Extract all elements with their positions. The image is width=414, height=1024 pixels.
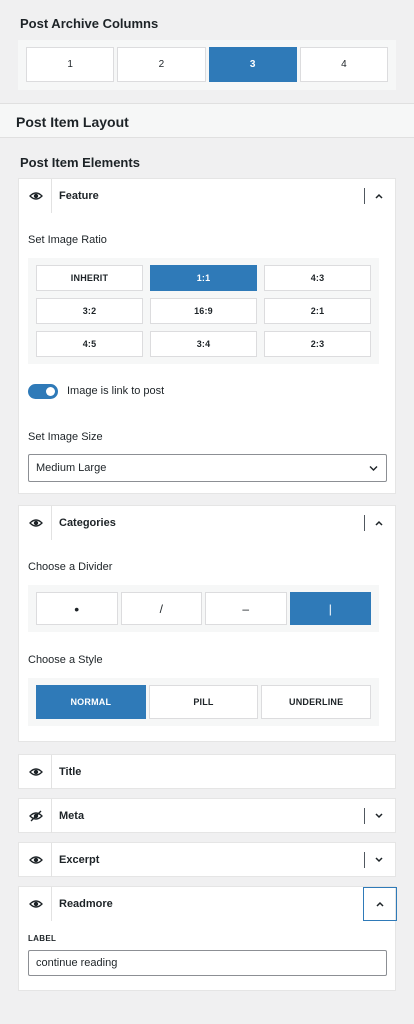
post-item-layout-bar[interactable]: Post Item Layout bbox=[0, 103, 414, 138]
header-divider bbox=[51, 887, 52, 921]
eye-icon[interactable] bbox=[29, 766, 43, 778]
excerpt-panel-header[interactable]: Excerpt bbox=[19, 843, 395, 877]
ratio-option-3-4[interactable]: 3:4 bbox=[150, 331, 257, 357]
image-size-select[interactable]: Medium Large bbox=[28, 454, 387, 482]
style-selector: NORMAL PILL UNDERLINE bbox=[28, 678, 379, 726]
chevron-down-icon[interactable] bbox=[374, 811, 384, 821]
image-size-label: Set Image Size bbox=[28, 431, 103, 443]
chevron-up-icon bbox=[376, 901, 384, 907]
header-divider bbox=[51, 843, 52, 877]
meta-panel-header[interactable]: Meta bbox=[19, 799, 395, 833]
chevron-down-icon[interactable] bbox=[374, 855, 384, 865]
divider-label: Choose a Divider bbox=[28, 561, 113, 573]
chevron-down-icon bbox=[369, 466, 378, 471]
feature-panel: Feature Set Image Ratio INHERIT 1:1 4:3 … bbox=[18, 178, 396, 494]
feature-title: Feature bbox=[59, 190, 99, 202]
header-divider bbox=[51, 755, 52, 789]
meta-panel-title: Meta bbox=[59, 810, 85, 822]
readmore-panel: Readmore LABEL continue reading bbox=[18, 886, 397, 991]
eye-icon[interactable] bbox=[29, 517, 43, 529]
chevron-up-icon[interactable] bbox=[374, 518, 384, 528]
feature-panel-header[interactable]: Feature bbox=[19, 179, 395, 213]
eye-icon[interactable] bbox=[29, 898, 43, 910]
collapse-button[interactable] bbox=[363, 887, 397, 921]
readmore-label-caption: LABEL bbox=[28, 934, 57, 943]
style-label: Choose a Style bbox=[28, 654, 103, 666]
header-divider bbox=[51, 506, 52, 540]
divider-option-pipe[interactable]: | bbox=[289, 592, 371, 625]
ratio-option-1-1[interactable]: 1:1 bbox=[150, 265, 257, 291]
style-option-pill[interactable]: PILL bbox=[148, 685, 259, 719]
archive-columns-selector: 1 2 3 4 bbox=[18, 40, 396, 90]
categories-panel: Categories Choose a Divider • / – | Choo… bbox=[18, 505, 396, 742]
columns-option-4[interactable]: 4 bbox=[299, 47, 388, 82]
image-link-toggle[interactable] bbox=[28, 384, 58, 399]
readmore-panel-title: Readmore bbox=[59, 898, 113, 910]
excerpt-panel: Excerpt bbox=[18, 842, 396, 877]
ratio-option-2-1[interactable]: 2:1 bbox=[264, 298, 371, 324]
divider-option-dot[interactable]: • bbox=[36, 592, 118, 625]
image-size-value: Medium Large bbox=[36, 462, 107, 474]
columns-option-1[interactable]: 1 bbox=[26, 47, 115, 82]
ratio-option-3-2[interactable]: 3:2 bbox=[36, 298, 143, 324]
eye-slash-icon[interactable] bbox=[29, 810, 43, 822]
image-ratio-label: Set Image Ratio bbox=[28, 234, 107, 246]
ratio-option-2-3[interactable]: 2:3 bbox=[264, 331, 371, 357]
categories-title: Categories bbox=[59, 517, 116, 529]
header-divider bbox=[51, 179, 52, 213]
image-link-toggle-label: Image is link to post bbox=[67, 385, 165, 397]
categories-panel-header[interactable]: Categories bbox=[19, 506, 395, 540]
header-divider bbox=[51, 799, 52, 833]
archive-columns-title: Post Archive Columns bbox=[20, 16, 159, 31]
eye-icon[interactable] bbox=[29, 854, 43, 866]
title-panel: Title bbox=[18, 754, 396, 789]
image-ratio-grid: INHERIT 1:1 4:3 3:2 16:9 2:1 4:5 3:4 2:3 bbox=[28, 258, 379, 364]
header-separator bbox=[364, 515, 365, 531]
excerpt-panel-title: Excerpt bbox=[59, 854, 100, 866]
ratio-option-4-5[interactable]: 4:5 bbox=[36, 331, 143, 357]
title-panel-header[interactable]: Title bbox=[19, 755, 395, 789]
ratio-option-4-3[interactable]: 4:3 bbox=[264, 265, 371, 291]
divider-option-slash[interactable]: / bbox=[120, 592, 202, 625]
readmore-panel-header[interactable]: Readmore bbox=[19, 887, 397, 921]
style-option-normal[interactable]: NORMAL bbox=[36, 685, 146, 719]
ratio-option-inherit[interactable]: INHERIT bbox=[36, 265, 143, 291]
divider-selector: • / – | bbox=[28, 585, 379, 632]
columns-option-3[interactable]: 3 bbox=[208, 47, 297, 82]
post-item-elements-title: Post Item Elements bbox=[20, 155, 140, 170]
style-option-underline[interactable]: UNDERLINE bbox=[261, 685, 371, 719]
meta-panel: Meta bbox=[18, 798, 396, 833]
header-separator bbox=[364, 852, 365, 868]
header-separator bbox=[364, 808, 365, 824]
chevron-up-icon[interactable] bbox=[374, 191, 384, 201]
header-separator bbox=[364, 188, 365, 204]
readmore-label-input[interactable]: continue reading bbox=[28, 950, 387, 976]
divider-option-dash[interactable]: – bbox=[205, 592, 287, 625]
eye-icon[interactable] bbox=[29, 190, 43, 202]
columns-option-2[interactable]: 2 bbox=[117, 47, 206, 82]
post-item-layout-title: Post Item Layout bbox=[16, 114, 129, 130]
ratio-option-16-9[interactable]: 16:9 bbox=[150, 298, 257, 324]
title-panel-title: Title bbox=[59, 766, 82, 778]
